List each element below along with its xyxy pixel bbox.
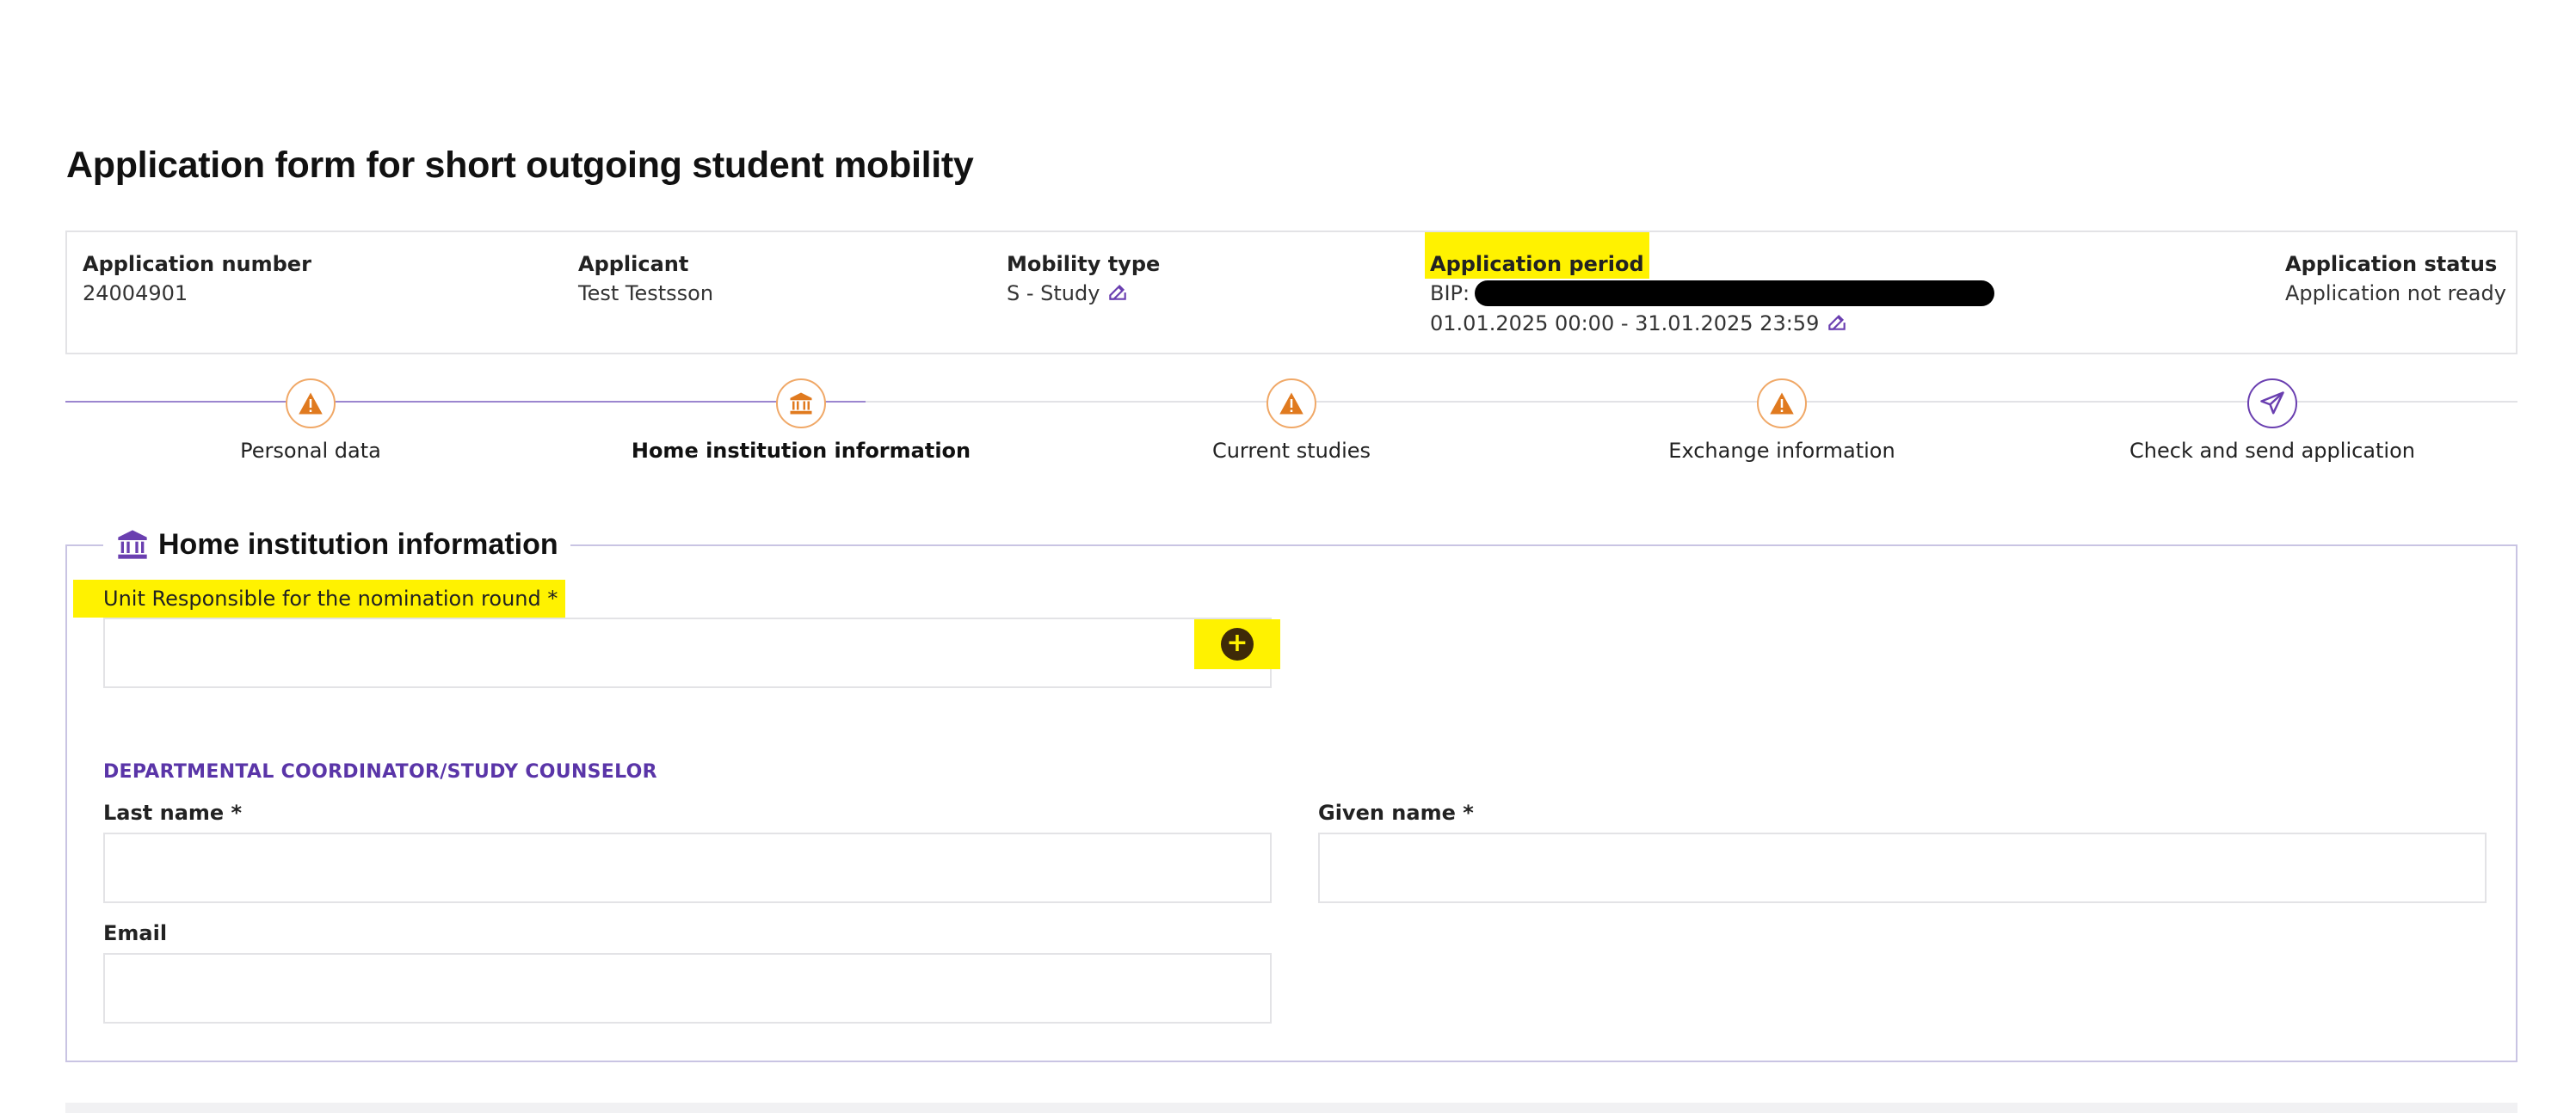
home-institution-section: Home institution information Unit Respon… [65,527,2517,1062]
redacted-program-name [1475,280,1995,306]
next-section-edge [65,1103,2517,1113]
application-number-value: 24004901 [83,281,188,305]
unit-responsible-field[interactable] [103,618,1272,688]
step-personal-data[interactable]: Personal data [96,378,526,463]
mobility-type-value: S - Study [1007,281,1100,305]
institution-icon [118,530,147,559]
coordinator-heading: DEPARTMENTAL COORDINATOR/STUDY COUNSELOR [103,761,657,783]
mobility-type-block: Mobility type S - Study [1007,249,1160,309]
progress-stepper: Personal data Home institution informati… [65,378,2517,482]
application-info-card: Application number 24004901 Applicant Te… [65,231,2517,354]
last-name-input[interactable] [103,833,1272,903]
application-status-label: Application status [2285,252,2498,276]
section-legend: Home institution information [103,527,570,562]
application-status-block: Application status Application not ready [2285,249,2506,309]
step-label: Current studies [1211,439,1371,463]
applicant-value: Test Testsson [578,281,714,305]
given-name-input[interactable] [1318,833,2487,903]
step-exchange-information[interactable]: Exchange information [1567,378,1997,463]
edit-application-period-icon[interactable] [1826,311,1848,333]
email-label: Email [103,921,168,945]
add-unit-button-highlight: + [1194,619,1280,669]
application-period-dates: 01.01.2025 00:00 - 31.01.2025 23:59 [1430,311,1820,335]
mobility-type-label: Mobility type [1007,252,1161,276]
step-current-studies[interactable]: Current studies [1076,378,1507,463]
step-check-and-send[interactable]: Check and send application [2057,378,2487,463]
step-label: Check and send application [2129,439,2415,463]
step-label: Home institution information [631,439,971,463]
warning-icon [1770,392,1794,415]
edit-mobility-type-icon[interactable] [1106,280,1129,303]
page-title: Application form for short outgoing stud… [66,145,974,186]
warning-icon [299,392,323,415]
applicant-label: Applicant [578,252,689,276]
last-name-label: Last name * [103,801,243,825]
given-name-label: Given name * [1318,801,1474,825]
institution-icon [790,392,812,415]
warning-icon [1279,392,1303,415]
application-number-block: Application number 24004901 [83,249,311,309]
application-period-block: Application period BIP: 01.01.2025 00:00… [1425,232,1995,339]
application-period-label: Application period [1425,232,1649,279]
step-label: Personal data [240,439,381,463]
step-label: Exchange information [1668,439,1895,463]
applicant-block: Applicant Test Testsson [578,249,713,309]
add-unit-button[interactable]: + [1221,628,1254,661]
program-prefix: BIP: [1430,281,1470,305]
email-input[interactable] [103,953,1272,1024]
step-home-institution[interactable]: Home institution information [586,378,1016,463]
send-icon [2260,391,2284,415]
section-title: Home institution information [158,527,558,561]
application-status-value: Application not ready [2285,281,2506,305]
unit-responsible-label: Unit Responsible for the nomination roun… [73,580,566,618]
application-number-label: Application number [83,252,311,276]
